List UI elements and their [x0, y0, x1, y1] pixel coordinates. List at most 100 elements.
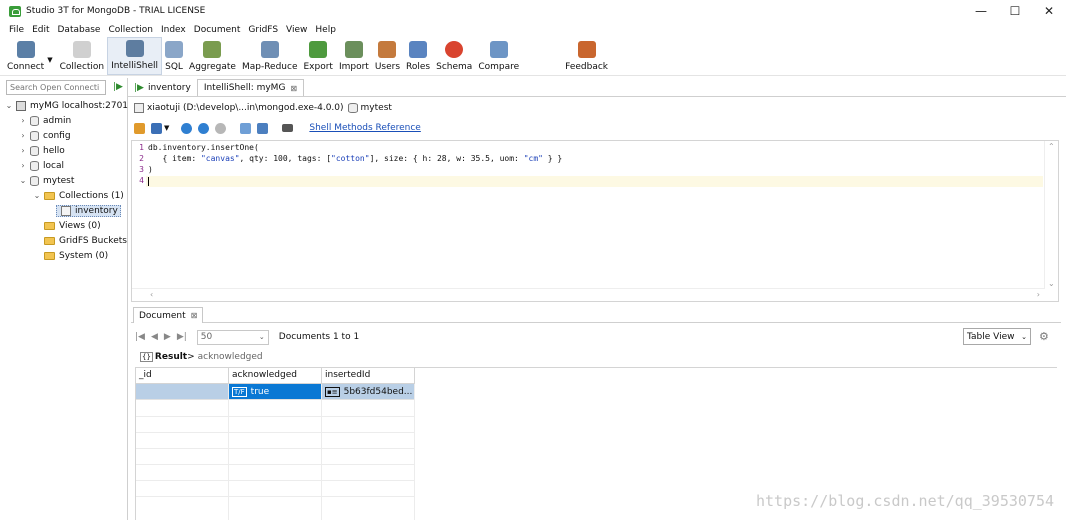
view-mode-select[interactable]: Table View ⌄	[963, 328, 1031, 345]
run-line-icon[interactable]	[198, 122, 210, 134]
menu-document[interactable]: Document	[190, 25, 245, 35]
shell-methods-reference-link[interactable]: Shell Methods Reference	[309, 123, 420, 133]
menu-collection[interactable]: Collection	[104, 25, 157, 35]
window-controls: — ☐ ✕	[964, 0, 1066, 22]
run-icon[interactable]	[181, 122, 193, 134]
collapse-icon[interactable]: ›	[18, 161, 28, 170]
last-page-icon[interactable]: ▶|	[177, 332, 187, 342]
connection-tree-panel: |▶ ⌄ myMG localhost:2701 › admin › confi…	[0, 78, 128, 520]
close-tab-icon[interactable]: ⊠	[191, 311, 198, 320]
sql-button[interactable]: SQL	[162, 37, 186, 75]
tree-collections-folder[interactable]: ⌄ Collections (1)	[32, 188, 124, 203]
document-count: Documents 1 to 1	[278, 332, 360, 342]
window-title: Studio 3T for MongoDB - TRIAL LICENSE	[26, 6, 206, 16]
feedback-button[interactable]: Feedback	[562, 37, 611, 75]
connect-dropdown-icon[interactable]: ▼	[47, 56, 52, 64]
cell-insertedid[interactable]: ▪≡ 5b63fd54bed...	[322, 384, 415, 400]
users-button[interactable]: Users	[372, 37, 403, 75]
column-header-acknowledged[interactable]: acknowledged	[229, 368, 322, 384]
console-icon[interactable]	[282, 124, 294, 132]
column-header-insertedid[interactable]: insertedId	[322, 368, 415, 384]
roles-button[interactable]: Roles	[403, 37, 433, 75]
tree-db-local[interactable]: › local	[18, 158, 64, 173]
expand-icon[interactable]: ⌄	[32, 191, 42, 200]
database-icon	[30, 130, 39, 141]
tree-db-hello[interactable]: › hello	[18, 143, 65, 158]
collection-button[interactable]: Collection	[57, 37, 108, 75]
menu-database[interactable]: Database	[54, 25, 105, 35]
minimize-button[interactable]: —	[964, 0, 998, 22]
next-page-icon[interactable]: ▶	[164, 332, 171, 342]
menu-help[interactable]: Help	[311, 25, 340, 35]
scroll-up-icon[interactable]: ⌃	[1048, 142, 1055, 151]
prev-page-icon[interactable]: ◀	[151, 332, 158, 342]
collapse-icon[interactable]: ›	[18, 131, 28, 140]
editor-vertical-scrollbar[interactable]: ⌃ ⌄	[1044, 141, 1058, 289]
collection-icon	[61, 205, 71, 216]
scroll-down-icon[interactable]: ⌄	[1048, 279, 1055, 288]
tree-db-mytest[interactable]: ⌄ mytest	[18, 173, 74, 188]
scroll-right-icon[interactable]: ›	[1037, 290, 1040, 299]
export-button[interactable]: Export	[300, 37, 335, 75]
collapse-icon[interactable]: ›	[18, 146, 28, 155]
sql-icon	[165, 41, 184, 58]
menu-index[interactable]: Index	[157, 25, 190, 35]
expand-icon[interactable]: ⌄	[18, 176, 28, 185]
aggregate-button[interactable]: Aggregate	[186, 37, 239, 75]
open-tab-icon: |▶	[134, 82, 144, 93]
expand-icon[interactable]: ⌄	[4, 101, 14, 110]
intellishell-icon	[125, 40, 144, 57]
close-tab-icon[interactable]: ⊠	[290, 84, 297, 93]
tab-inventory[interactable]: |▶ inventory	[128, 79, 197, 96]
code-string: "cotton"	[331, 154, 370, 163]
tree-db-admin[interactable]: › admin	[18, 113, 71, 128]
tree-server[interactable]: ⌄ myMG localhost:2701	[4, 98, 128, 113]
intellishell-button[interactable]: IntelliShell	[107, 37, 163, 75]
gear-icon[interactable]: ⚙	[1039, 330, 1049, 343]
collapse-icon[interactable]: ›	[18, 116, 28, 125]
editor-horizontal-scrollbar[interactable]: ‹ ›	[132, 288, 1044, 301]
menu-gridfs[interactable]: GridFS	[244, 25, 282, 35]
format-icon[interactable]	[240, 122, 252, 134]
save-dropdown-icon[interactable]: ▼	[164, 124, 169, 132]
cell-acknowledged[interactable]: T/F true	[229, 384, 322, 400]
search-connections-input[interactable]	[6, 80, 106, 95]
tree-system-folder[interactable]: System (0)	[42, 248, 108, 263]
sql-label: SQL	[165, 62, 183, 72]
save-icon[interactable]	[151, 122, 162, 134]
code-string: "canvas"	[200, 154, 240, 163]
toggle-panel-icon[interactable]	[257, 122, 269, 134]
folder-label: System (0)	[59, 250, 109, 261]
compare-button[interactable]: Compare	[475, 37, 522, 75]
open-file-icon[interactable]	[134, 122, 145, 134]
tree-db-config[interactable]: › config	[18, 128, 71, 143]
intellishell-label: IntelliShell	[111, 61, 159, 71]
column-header-id[interactable]: _id	[136, 368, 229, 384]
tree-gridfs-folder[interactable]: GridFS Buckets	[42, 233, 127, 248]
tab-document[interactable]: Document ⊠	[133, 307, 204, 323]
grid-line	[321, 384, 322, 520]
connect-button[interactable]: Connect	[4, 37, 47, 75]
menu-view[interactable]: View	[282, 25, 311, 35]
first-page-icon[interactable]: |◀	[135, 332, 145, 342]
code-editor[interactable]: 1 2 3 4 db.inventory.insertOne( { item: …	[131, 140, 1059, 302]
tab-label: inventory	[147, 82, 191, 93]
menu-file[interactable]: File	[5, 25, 28, 35]
stop-icon[interactable]	[215, 122, 227, 134]
cell-id[interactable]	[136, 384, 229, 400]
open-tab-icon[interactable]: |▶	[113, 82, 123, 92]
tab-intellishell[interactable]: IntelliShell: myMG ⊠	[196, 79, 305, 96]
close-button[interactable]: ✕	[1032, 0, 1066, 22]
import-button[interactable]: Import	[336, 37, 372, 75]
map-reduce-button[interactable]: Map-Reduce	[239, 37, 301, 75]
tree-collection-inventory[interactable]: inventory	[56, 203, 121, 218]
scroll-left-icon[interactable]: ‹	[150, 290, 153, 299]
page-size-select[interactable]: 50 ⌄	[196, 329, 269, 345]
db-label: hello	[43, 145, 65, 156]
menu-edit[interactable]: Edit	[28, 25, 53, 35]
maximize-button[interactable]: ☐	[998, 0, 1032, 22]
schema-button[interactable]: Schema	[433, 37, 475, 75]
result-label: Result	[154, 351, 188, 362]
db-label: admin	[43, 115, 72, 126]
tree-views-folder[interactable]: Views (0)	[42, 218, 101, 233]
